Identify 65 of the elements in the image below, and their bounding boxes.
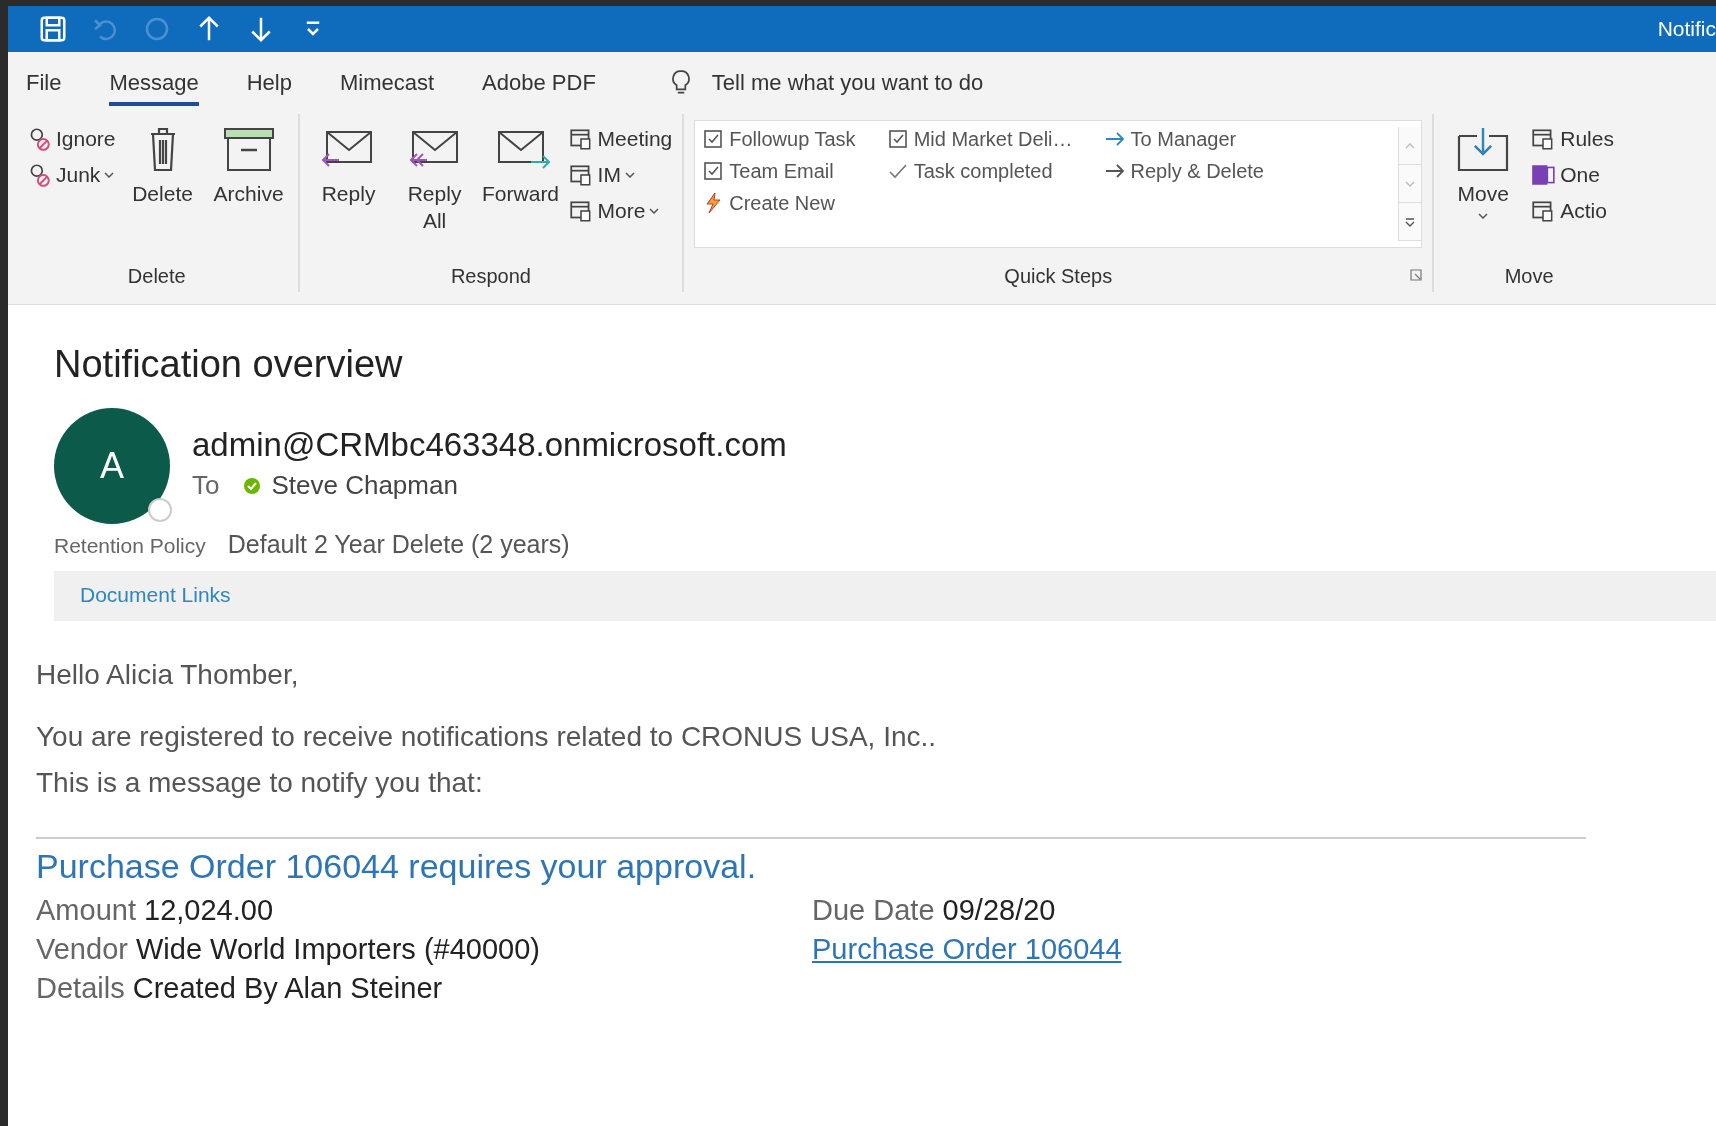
- quick-step[interactable]: Followup Task: [701, 127, 856, 151]
- ribbon-tab[interactable]: Message: [109, 60, 199, 106]
- field-label: Vendor: [36, 933, 128, 965]
- ribbon-button[interactable]: Archive: [209, 120, 288, 212]
- ribbon-tab[interactable]: Mimecast: [340, 60, 435, 106]
- tell-me-search[interactable]: Tell me what you want to do: [669, 69, 1094, 97]
- retention-label: Retention Policy: [54, 534, 206, 558]
- ribbon-button[interactable]: Meeting: [567, 126, 673, 152]
- group-label: Move: [1504, 265, 1554, 288]
- body-text: You are registered to receive notifications related to CRONUS USA, Inc..: [36, 721, 938, 753]
- ribbon-button[interactable]: Delete: [123, 120, 202, 212]
- ribbon-button[interactable]: Move: [1444, 120, 1523, 224]
- save-icon[interactable]: [38, 14, 68, 44]
- group-label: Quick Steps: [1004, 265, 1113, 288]
- field-value: 12,024.00: [144, 894, 274, 926]
- caret-icon: [1478, 213, 1489, 220]
- message-subject: Notification overview: [54, 343, 404, 386]
- quick-step[interactable]: Mid Market Deli…: [885, 127, 1073, 151]
- quick-step[interactable]: To Manager: [1102, 127, 1264, 151]
- ribbon-tab[interactable]: Adobe PDF: [482, 60, 596, 106]
- up-caret-icon: [1405, 142, 1416, 149]
- field-value: Created By Alan Steiner: [132, 972, 443, 1004]
- lightbulb-icon: [669, 69, 692, 97]
- approval-heading: Purchase Order 106044 requires your approval.: [36, 847, 758, 886]
- quick-step[interactable]: Task completed: [885, 159, 1073, 183]
- ribbon-button[interactable]: More: [567, 198, 673, 224]
- ribbon-button[interactable]: Reply All: [395, 120, 474, 239]
- field-value: 09/28/20: [942, 894, 1056, 926]
- retention-value: Default 2 Year Delete (2 years): [227, 530, 570, 559]
- purchase-order-link[interactable]: Purchase Order 106044: [812, 933, 1122, 965]
- ribbon-button[interactable]: One: [1530, 162, 1614, 188]
- group-label: Delete: [127, 265, 186, 288]
- ribbon-tab[interactable]: Help: [246, 60, 292, 106]
- field-label: Due Date: [812, 894, 935, 926]
- greeting: Hello Alicia Thomber,: [36, 659, 300, 691]
- to-label: To: [192, 470, 220, 501]
- window-title: Notific: [1657, 17, 1716, 41]
- ribbon-button[interactable]: Actio: [1530, 198, 1614, 224]
- sender-address: admin@CRMbc463348.onmicrosoft.com: [192, 426, 787, 464]
- field-value: Wide World Importers (#40000): [136, 933, 540, 965]
- ribbon-button[interactable]: Reply: [309, 120, 388, 212]
- field-label: Amount: [36, 894, 136, 926]
- caret-icon: [104, 172, 115, 178]
- ribbon-button[interactable]: Rules: [1530, 126, 1614, 152]
- ribbon-tab[interactable]: File: [26, 60, 62, 106]
- expand-icon: [1404, 215, 1417, 228]
- quick-step[interactable]: Reply & Delete: [1102, 159, 1264, 183]
- quick-step[interactable]: Team Email: [701, 159, 856, 183]
- ribbon-button[interactable]: Junk: [26, 162, 116, 188]
- quick-step[interactable]: Create New: [701, 191, 856, 215]
- caret-icon: [649, 208, 660, 214]
- presence-circle-icon: [148, 498, 172, 522]
- notebook-icon: [1530, 162, 1557, 188]
- ribbon-button[interactable]: Forward: [481, 120, 560, 212]
- down-caret-icon: [1405, 180, 1416, 187]
- expand-gallery-button[interactable]: [1399, 203, 1422, 241]
- ribbon-button[interactable]: Ignore: [26, 126, 116, 152]
- body-text: This is a message to notify you that:: [36, 767, 484, 799]
- recipient-name[interactable]: Steve Chapman: [271, 470, 458, 501]
- avatar: A: [54, 408, 170, 524]
- field-label: Details: [36, 972, 125, 1004]
- caret-icon: [624, 172, 635, 178]
- group-label: Respond: [450, 265, 531, 288]
- ribbon-button[interactable]: IM: [567, 162, 673, 188]
- dialog-launcher-icon[interactable]: [1410, 269, 1423, 281]
